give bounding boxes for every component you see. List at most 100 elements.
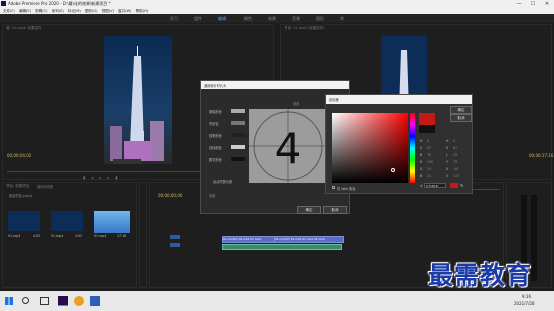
red-label: R (420, 160, 423, 164)
color-picker-dialog: 拾色器 确定 取消 H 0 S 87 B 78 R 199 G 24 B 24 … (325, 94, 473, 194)
hue-slider[interactable] (410, 113, 415, 183)
only-web-colors-label: 仅 Web 颜色 (337, 187, 356, 191)
project-item-thumb[interactable] (94, 211, 130, 233)
yuv-u-value[interactable]: -40 (453, 167, 458, 171)
timeline-timecode: 00;00;00;00 (158, 193, 183, 198)
hsl-sat-value[interactable]: 87 (453, 146, 457, 150)
new-color-swatch (419, 113, 435, 125)
windows-start-icon[interactable] (5, 297, 13, 305)
blue-value[interactable]: 24 (427, 174, 431, 178)
project-item-duration: 17:16 (117, 234, 127, 238)
watermark-logo: 最需教育 (428, 261, 533, 290)
premiere-logo-icon (1, 1, 6, 6)
project-item-thumb[interactable] (8, 211, 40, 231)
ws-tab-edit[interactable]: 编辑 (218, 16, 226, 22)
minimize-button[interactable]: — (512, 0, 526, 8)
window-title: Adobe Premiere Pro 2020 - D:\最\化的效果\新建项目… (8, 1, 111, 6)
hsl-hue-value[interactable]: 0 (453, 139, 455, 143)
program-monitor-title: 节目: 01.mp4 (效果控件) (284, 26, 325, 30)
green-value[interactable]: 24 (427, 167, 431, 171)
hue-label: H (420, 139, 423, 143)
brightness-label: B (420, 153, 423, 157)
source-zoom-dropdown[interactable] (113, 159, 141, 164)
numeral-color-swatch[interactable] (231, 157, 245, 161)
countdown-dialog-titlebar: 通用倒计时片头 (201, 81, 349, 89)
word-icon[interactable] (90, 296, 100, 306)
target-color-swatch[interactable] (231, 145, 245, 149)
hsl-hue-label: H (446, 139, 449, 143)
ws-tab-graphics[interactable]: 图形 (316, 16, 324, 22)
ws-tab-audio[interactable]: 音频 (292, 16, 300, 22)
countdown-cancel-button[interactable]: 取消 (323, 206, 347, 214)
countdown-dialog-title: 通用倒计时片头 (204, 84, 227, 88)
hsl-light-value[interactable]: 43 (453, 153, 457, 157)
color-field-cursor[interactable] (391, 168, 395, 172)
source-video-frame (104, 36, 172, 164)
task-view-icon[interactable] (40, 297, 49, 305)
brightness-value[interactable]: 78 (427, 153, 431, 157)
track-toggle-a1[interactable] (170, 243, 180, 247)
color-picker-title: 拾色器 (329, 98, 339, 102)
hue-value[interactable]: 0 (427, 139, 429, 143)
media-browser-tab[interactable]: 媒体浏览器 (37, 184, 53, 189)
green-label: G (420, 167, 423, 171)
eyedropper-icon[interactable]: ✎ (460, 183, 463, 188)
ws-tab-assembly[interactable]: 组件 (194, 16, 202, 22)
ws-tab-color[interactable]: 颜色 (244, 16, 252, 22)
countdown-preview: 4 (249, 109, 327, 183)
hex-color-chip (450, 183, 458, 188)
ws-tab-effects[interactable]: 效果 (268, 16, 276, 22)
yuv-v-label: V (446, 174, 449, 178)
line-color-swatch[interactable] (231, 133, 245, 137)
hsl-light-label: L (446, 153, 448, 157)
file-explorer-icon[interactable] (74, 296, 84, 306)
project-item-name: 01.mp4 (94, 234, 107, 238)
source-transport-controls[interactable]: ▮◂▸▸▮ (83, 175, 193, 180)
yuv-u-label: U (446, 167, 449, 171)
color-saturation-field[interactable] (332, 113, 408, 183)
project-item-duration: 4:02 (75, 234, 83, 238)
project-item-name: 01.mp4 (8, 234, 21, 238)
yuv-y-value[interactable]: 79 (453, 160, 457, 164)
program-timecode: 00;00;17;16 (529, 153, 554, 158)
timeline-clip[interactable]: 01.mp4[V] 01.mp4 01.mp4 01.mp4 (274, 236, 344, 243)
project-file-name: 新建项目.prproj (9, 194, 33, 198)
project-panel: 项目: 新建项目 媒体浏览器 新建项目.prproj 01.mp4 4:02 0… (2, 182, 137, 288)
track-toggle-v1[interactable] (170, 235, 180, 239)
only-web-colors-checkbox[interactable] (332, 186, 335, 189)
project-panel-title[interactable]: 项目: 新建项目 (6, 184, 29, 189)
wipe-color-swatch[interactable] (231, 109, 245, 113)
cue-blip-checkbox-label[interactable]: 出点时提示音 (213, 179, 232, 184)
background-color-swatch[interactable] (231, 121, 245, 125)
wipe-color-label: 擦除颜色 (209, 110, 222, 114)
hsl-sat-label: S (446, 146, 449, 150)
yuv-y-label: Y (446, 160, 448, 164)
taskbar-time: 9:16 (522, 294, 531, 299)
background-color-label: 背景色 (209, 122, 219, 126)
color-picker-cancel-button[interactable]: 取消 (450, 114, 472, 122)
color-picker-ok-button[interactable]: 确定 (450, 106, 472, 114)
project-item-name: 01.mp4 (51, 234, 64, 238)
source-timecode: 00;00;04;02 (7, 153, 32, 158)
maximize-button[interactable]: ☐ (526, 0, 540, 8)
hex-input[interactable]: C71818 (424, 183, 446, 188)
blue-label: B (420, 174, 423, 178)
ws-tab-learn[interactable]: 学习 (170, 16, 178, 22)
svg-text:4: 4 (275, 124, 302, 173)
old-color-swatch (419, 125, 435, 133)
audio-clip[interactable] (222, 244, 342, 250)
search-icon[interactable] (22, 297, 29, 304)
premiere-taskbar-icon[interactable] (58, 296, 68, 306)
countdown-ok-button[interactable]: 确定 (297, 206, 321, 214)
windows-taskbar: 9:16 2021/7/28 (0, 291, 554, 311)
red-value[interactable]: 199 (427, 160, 433, 164)
title-bar: Adobe Premiere Pro 2020 - D:\最\化的效果\新建项目… (0, 0, 554, 8)
project-item-thumb[interactable] (51, 211, 83, 231)
saturation-value[interactable]: 87 (427, 146, 431, 150)
hex-hash-label: # (420, 184, 423, 188)
timeline-clip[interactable]: 01.mp4[V] 01.mp4 01.mp4 (222, 236, 276, 243)
ws-tab-libraries[interactable]: 库 (340, 16, 344, 22)
close-button[interactable]: ✕ (540, 0, 554, 8)
yuv-v-value[interactable]: 119 (453, 174, 459, 178)
target-color-label: 目标颜色 (209, 146, 222, 150)
